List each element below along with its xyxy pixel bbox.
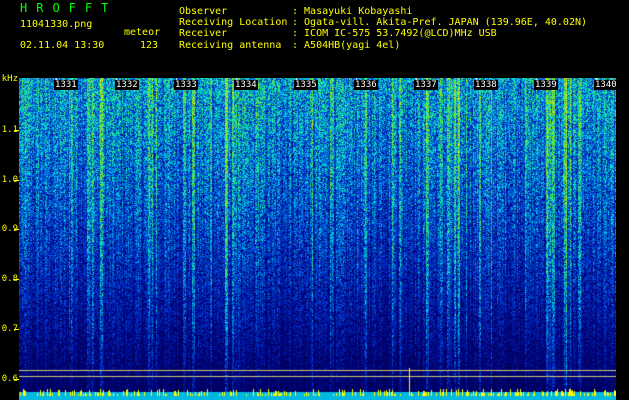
time-tick-label: 1334 — [234, 80, 258, 90]
freq-tick — [14, 379, 19, 380]
time-tick-label: 1335 — [294, 80, 318, 90]
antenna-value: : A504HB(yagi 4el) — [292, 40, 401, 51]
time-tick-label: 1333 — [174, 80, 198, 90]
location-value: : Ogata-vill. Akita-Pref. JAPAN (139.96E… — [292, 17, 588, 28]
freq-tick — [14, 180, 19, 181]
time-tick-label: 1337 — [414, 80, 438, 90]
app-title: HROFFT — [20, 1, 118, 15]
location-label: Receiving Location — [179, 17, 288, 28]
datetime: 02.11.04 13:30 — [20, 40, 105, 51]
freq-tick — [14, 130, 19, 131]
time-tick-label: 1332 — [115, 80, 139, 90]
antenna-label: Receiving antenna — [179, 40, 282, 51]
time-tick-label: 1338 — [474, 80, 498, 90]
time-tick-label: 1340 — [594, 80, 618, 90]
time-tick-label: 1336 — [354, 80, 378, 90]
observer-value: : Masayuki Kobayashi — [292, 6, 413, 17]
time-tick-label: 1339 — [534, 80, 558, 90]
freq-tick — [14, 279, 19, 280]
observer-label: Observer — [179, 6, 228, 17]
receiver-label: Receiver — [179, 28, 228, 39]
freq-unit-label: kHz — [1, 74, 18, 84]
freq-tick — [14, 329, 19, 330]
time-tick-label: 1331 — [54, 80, 78, 90]
freq-tick — [14, 229, 19, 230]
meteor-count: 123 — [140, 40, 159, 51]
meteor-label: meteor — [124, 27, 161, 38]
receiver-value: : ICOM IC-575 53.7492(@LCD)MHz USB — [292, 28, 497, 39]
spectrogram — [19, 78, 616, 400]
filename: 11041330.png — [20, 19, 93, 30]
